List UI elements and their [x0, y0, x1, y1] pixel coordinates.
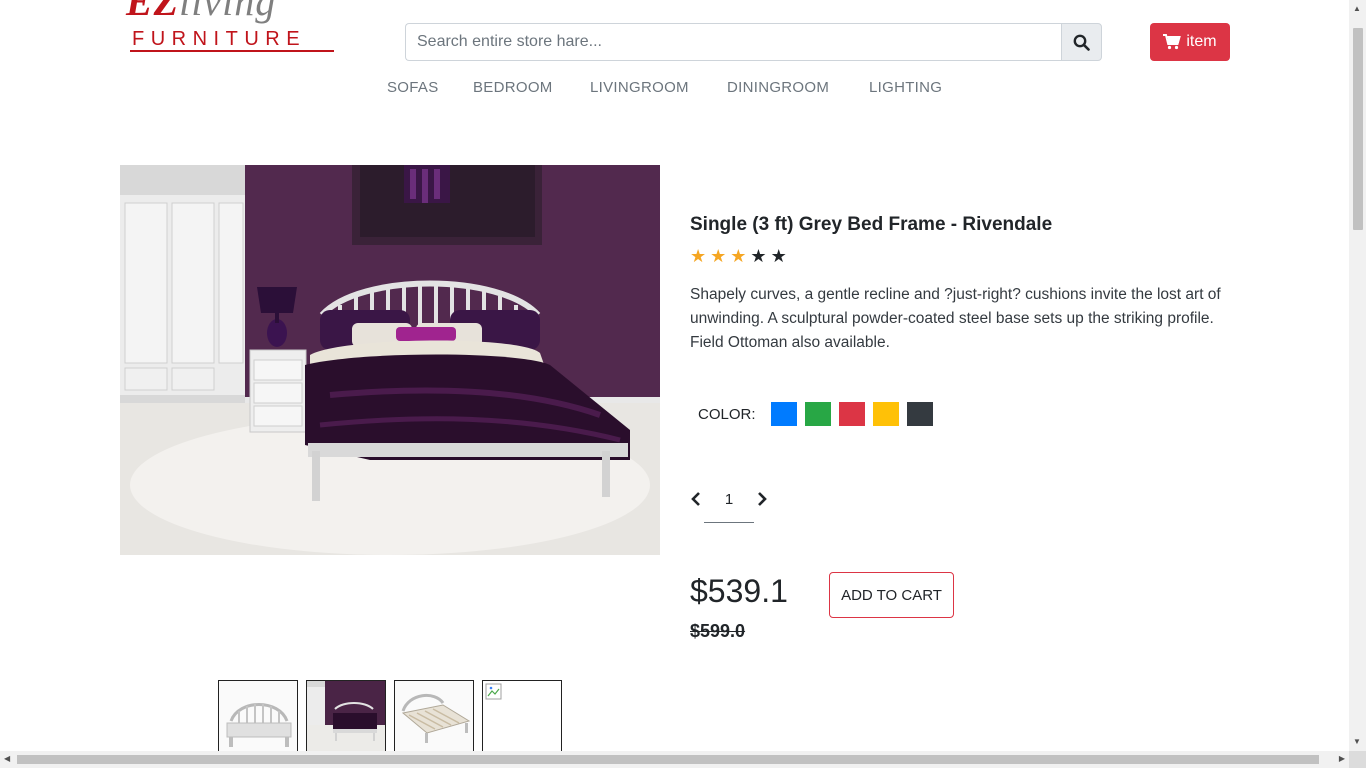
chevron-left-icon [691, 492, 700, 506]
horizontal-scroll-thumb[interactable] [17, 755, 1319, 764]
nav-item-lighting[interactable]: LIGHTING [869, 79, 942, 96]
color-swatch-green[interactable] [804, 402, 831, 426]
logo-word: FURNITURE [132, 28, 307, 50]
color-picker: COLOR: [698, 402, 941, 426]
star-empty-icon: ★ [750, 246, 767, 266]
logo-script-text: EZ [126, 0, 180, 24]
current-price: $539.1 [690, 573, 788, 609]
star-filled-icon: ★ [730, 246, 747, 266]
vertical-scrollbar[interactable]: ▲ ▼ [1349, 0, 1366, 751]
search-button[interactable] [1061, 23, 1102, 61]
search-icon [1073, 34, 1090, 51]
rating-stars: ★ ★ ★ ★ ★ [690, 246, 787, 266]
color-swatch-yellow[interactable] [872, 402, 899, 426]
color-label: COLOR: [698, 405, 756, 423]
thumbnail-grey-bed-front[interactable] [218, 680, 298, 752]
decrease-quantity-button[interactable] [688, 488, 704, 510]
original-price: $599.0 [690, 621, 746, 641]
star-filled-icon: ★ [710, 246, 727, 266]
increase-quantity-button[interactable] [754, 488, 770, 510]
color-swatch-blue[interactable] [770, 402, 797, 426]
search-input[interactable] [405, 23, 1061, 61]
star-empty-icon: ★ [770, 246, 787, 266]
color-swatch-red[interactable] [838, 402, 865, 426]
logo-underline [130, 50, 334, 52]
add-to-cart-button[interactable]: ADD TO CART [829, 572, 954, 618]
scroll-down-icon[interactable]: ▼ [1353, 737, 1361, 746]
scroll-right-icon[interactable]: ▶ [1339, 754, 1345, 763]
broken-image-icon [485, 683, 502, 700]
vertical-scroll-thumb[interactable] [1353, 28, 1363, 230]
logo-script: EZliving [126, 0, 276, 25]
nav-item-diningroom[interactable]: DININGROOM [727, 79, 829, 96]
color-swatch-dark[interactable] [906, 402, 933, 426]
thumbnail-purple-bedroom[interactable] [306, 680, 386, 752]
product-title: Single (3 ft) Grey Bed Frame - Rivendale [690, 214, 1053, 235]
nav-item-livingroom[interactable]: LIVINGROOM [590, 79, 689, 96]
thumbnail-bed-frame-slats[interactable] [394, 680, 474, 752]
nav-item-bedroom[interactable]: BEDROOM [473, 79, 553, 96]
scroll-up-icon[interactable]: ▲ [1353, 4, 1361, 13]
nav-item-sofas[interactable]: SOFAS [387, 79, 439, 96]
star-filled-icon: ★ [690, 246, 707, 266]
scrollbar-corner [1349, 751, 1366, 768]
chevron-right-icon [758, 492, 767, 506]
quantity-underline [704, 522, 754, 523]
thumbnail-broken-image[interactable] [482, 680, 562, 752]
product-main-image [120, 165, 660, 555]
shopping-cart-icon [1163, 34, 1182, 50]
thumbnail-strip [218, 680, 562, 752]
logo-script-tail: living [179, 0, 277, 24]
product-description: Shapely curves, a gentle recline and ?ju… [690, 286, 1221, 351]
scroll-left-icon[interactable]: ◀ [4, 754, 10, 763]
quantity-value[interactable]: 1 [704, 491, 754, 508]
quantity-stepper: 1 [688, 488, 778, 524]
cart-button[interactable]: item [1150, 23, 1230, 61]
category-nav: SOFAS BEDROOM LIVINGROOM DININGROOM LIGH… [0, 79, 1366, 101]
horizontal-scrollbar[interactable]: ◀ ▶ [0, 751, 1349, 768]
brand-logo[interactable]: EZliving FURNITURE [124, 0, 339, 60]
cart-label: item [1186, 33, 1217, 50]
search-bar [405, 23, 1102, 61]
